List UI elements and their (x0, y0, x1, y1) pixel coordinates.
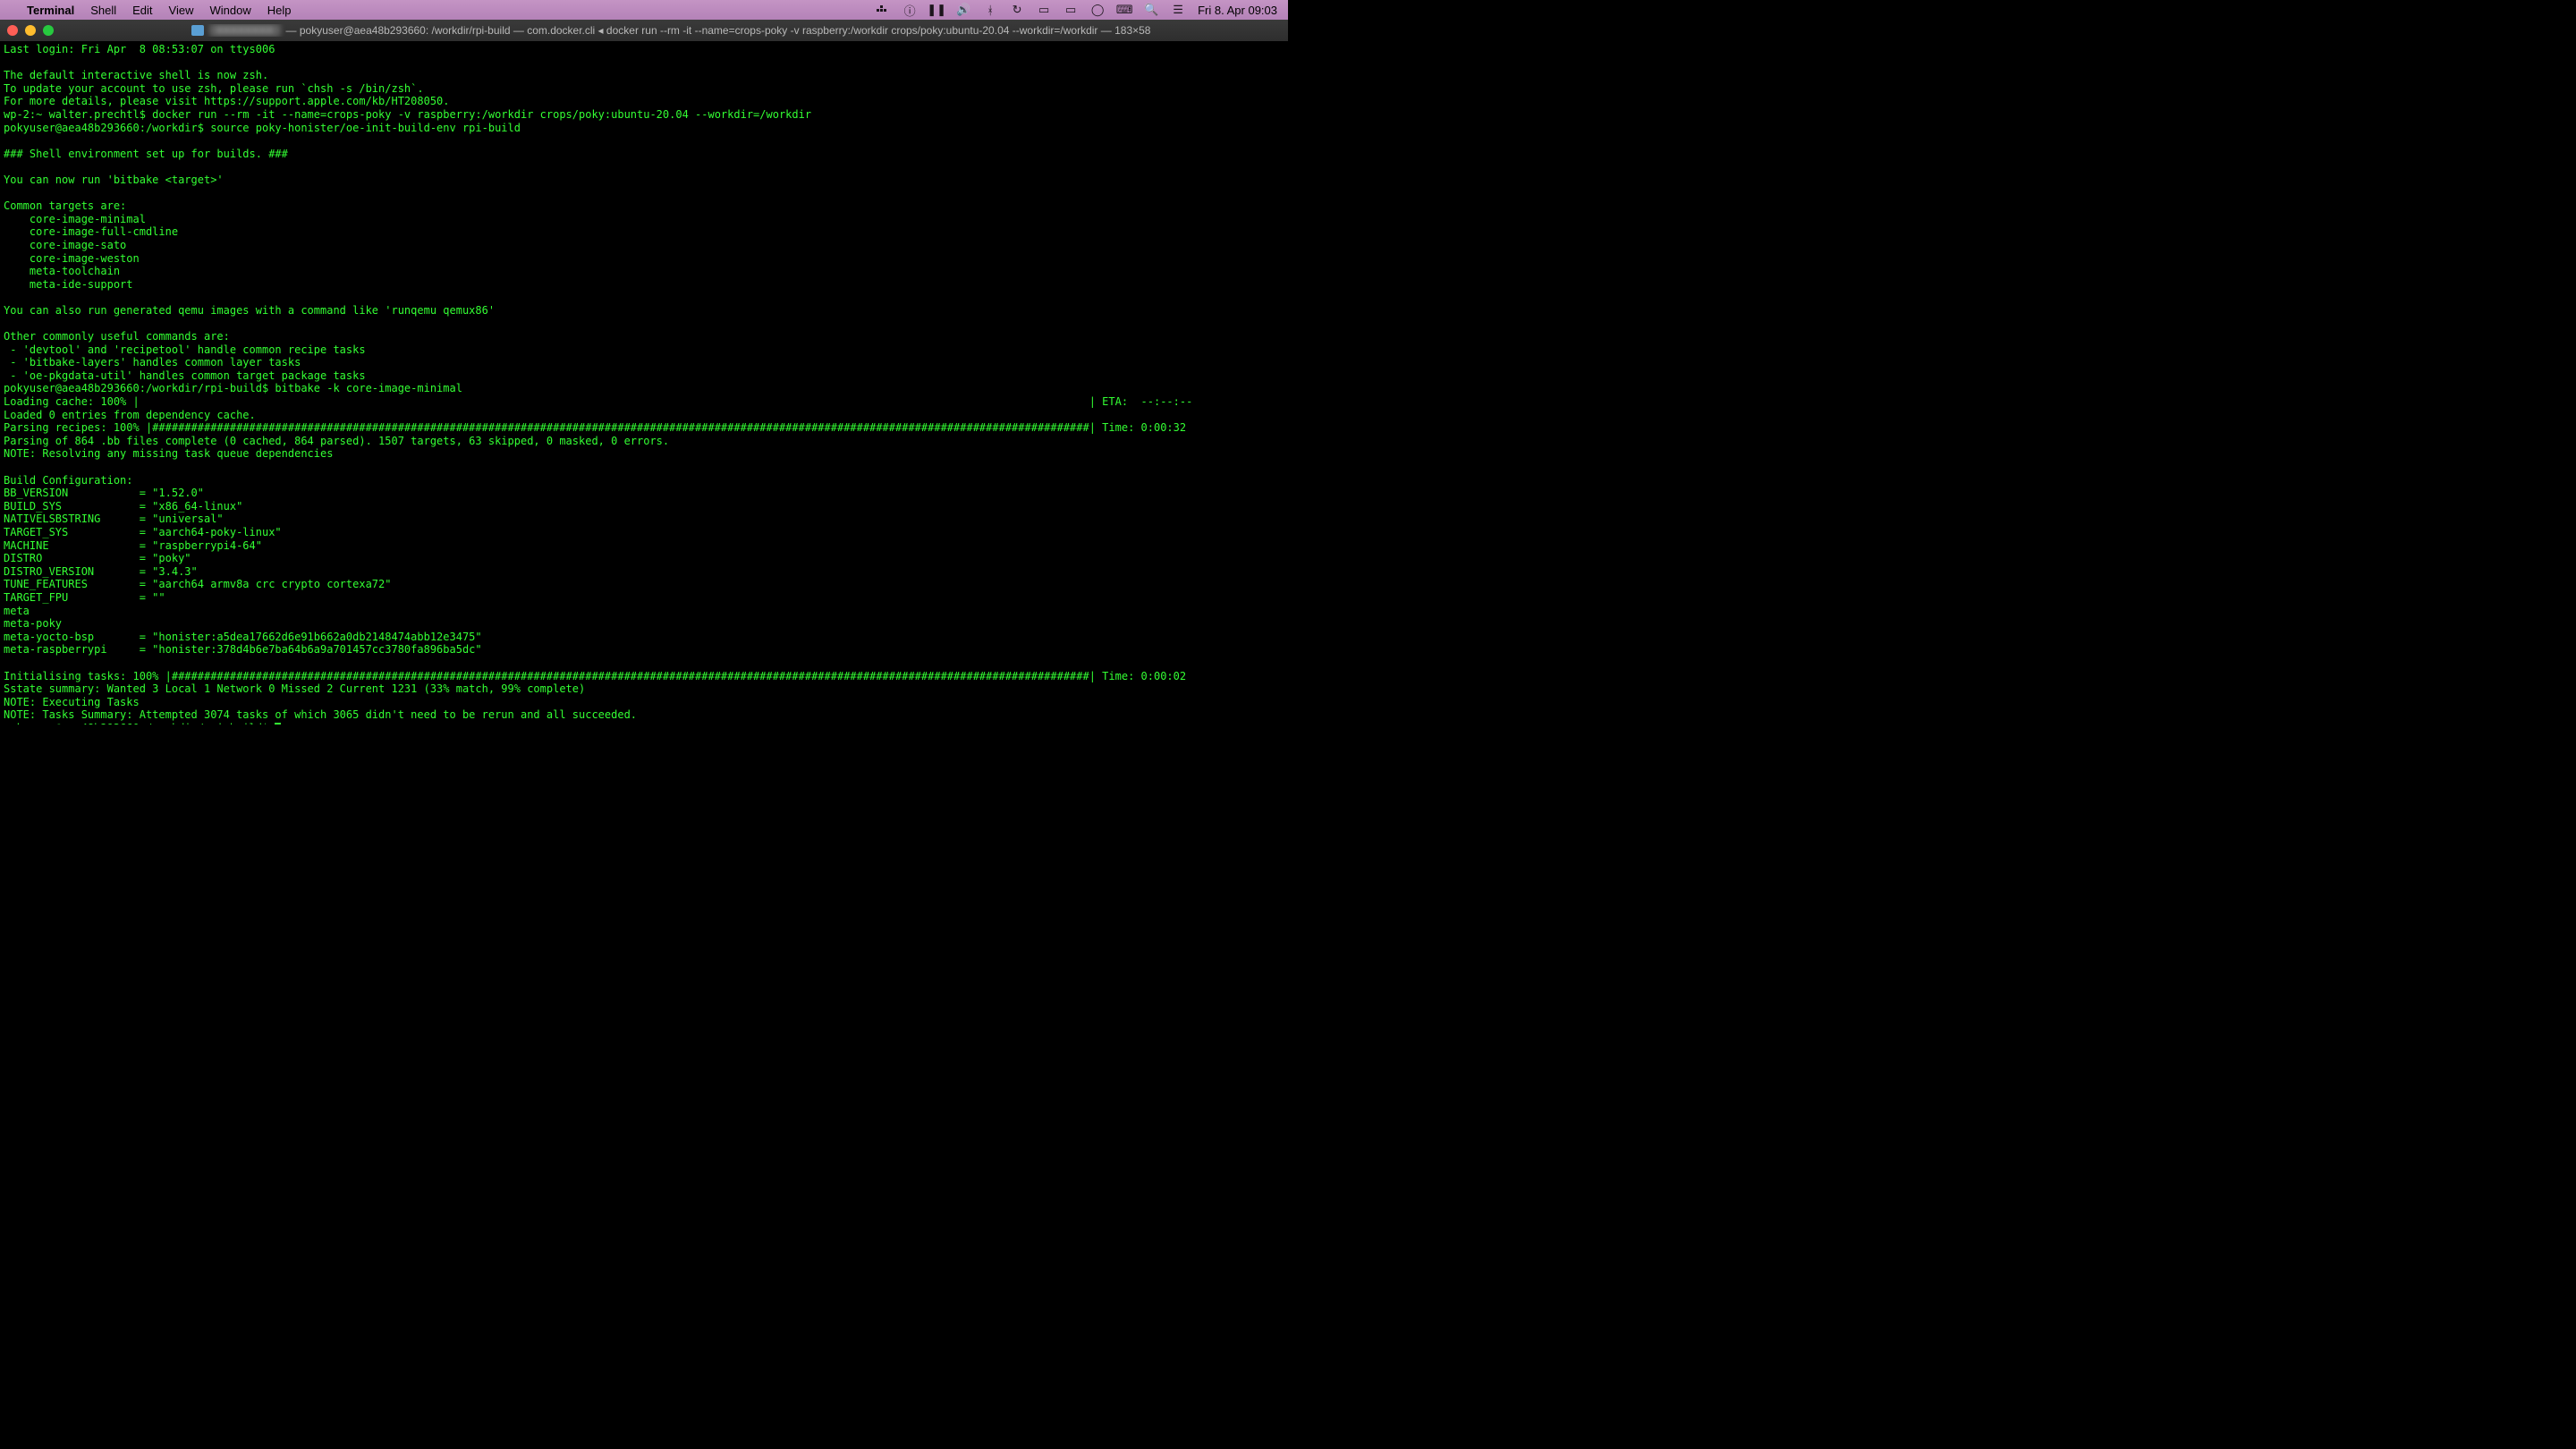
minimize-button[interactable] (25, 25, 36, 36)
pause-icon[interactable]: ❚❚ (929, 3, 944, 17)
cursor (275, 723, 281, 724)
blurred-username: XXXXXXXX (209, 24, 281, 37)
zoom-button[interactable] (43, 25, 54, 36)
menubar-item-window[interactable]: Window (210, 4, 251, 17)
user-icon[interactable]: ◯ (1090, 3, 1105, 17)
menubar-datetime[interactable]: Fri 8. Apr 09:03 (1198, 4, 1277, 17)
folder-icon (191, 25, 204, 36)
window-title: XXXXXXXX — pokyuser@aea48b293660: /workd… (61, 24, 1281, 37)
calendar-icon[interactable]: ▭ (1037, 3, 1051, 17)
macos-menubar: Terminal Shell Edit View Window Help ⓘ ❚… (0, 0, 1288, 20)
menubar-app-name[interactable]: Terminal (27, 4, 74, 17)
control-center-icon[interactable]: ☰ (1171, 3, 1185, 17)
displays-icon[interactable]: ▭ (1063, 3, 1078, 17)
volume-icon[interactable]: 🔊 (956, 3, 970, 17)
menubar-item-edit[interactable]: Edit (132, 4, 152, 17)
menubar-item-help[interactable]: Help (267, 4, 292, 17)
traffic-lights (7, 25, 54, 36)
bluetooth-icon[interactable]: ᚼ (983, 3, 997, 17)
menubar-item-shell[interactable]: Shell (90, 4, 116, 17)
terminal-prompt: pokyuser@aea48b293660:/workdir/rpi-build… (4, 722, 275, 724)
window-titlebar: XXXXXXXX — pokyuser@aea48b293660: /workd… (0, 20, 1288, 41)
title-path: — pokyuser@aea48b293660: /workdir/rpi-bu… (286, 24, 1151, 37)
terminal-output[interactable]: Last login: Fri Apr 8 08:53:07 on ttys00… (0, 41, 1288, 724)
menubar-item-view[interactable]: View (169, 4, 194, 17)
close-button[interactable] (7, 25, 18, 36)
timemachine-icon[interactable]: ↻ (1010, 3, 1024, 17)
docker-icon[interactable] (876, 3, 890, 17)
spotlight-icon[interactable]: 🔍 (1144, 3, 1158, 17)
keyboard-icon[interactable]: ⌨ (1117, 3, 1131, 17)
info-icon[interactable]: ⓘ (902, 3, 917, 17)
